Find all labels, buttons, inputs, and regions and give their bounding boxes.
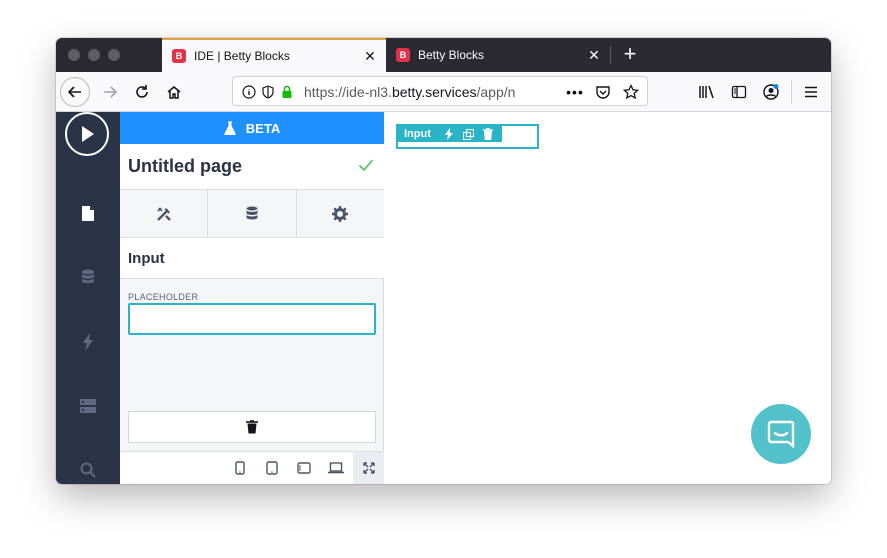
flask-icon [224,121,236,135]
pocket-icon[interactable] [595,84,611,100]
reload-button[interactable] [128,78,156,106]
ide-left-nav [56,112,120,484]
device-fullscreen-button[interactable] [353,452,384,484]
minimize-window-button[interactable] [88,49,100,61]
page-title-bar: Untitled page [120,144,384,190]
library-button[interactable] [693,78,721,106]
tab-title: IDE | Betty Blocks [194,49,290,63]
properties-panel: BETA Untitled page Input PLACEHOLDER [120,112,384,484]
play-button[interactable] [65,112,109,156]
component-name: Input [128,250,165,267]
server-icon [80,399,96,413]
home-button[interactable] [160,78,188,106]
expand-icon [362,462,375,474]
hamburger-menu-icon [805,86,817,98]
arrow-right-icon [104,86,118,98]
database-icon [246,206,258,220]
page-title[interactable]: Untitled page [128,156,242,177]
gear-icon [332,205,349,222]
selected-input-component[interactable]: Input [396,124,539,149]
forward-button[interactable] [96,78,124,106]
search-icon [80,462,96,478]
file-icon [82,205,94,221]
beta-label: BETA [245,120,281,136]
nav-pages-button[interactable] [76,201,100,225]
laptop-icon [328,462,344,474]
menu-button[interactable] [797,78,825,106]
nav-server-button[interactable] [76,394,100,418]
tab-betty-blocks[interactable]: B Betty Blocks ✕ [386,38,610,72]
copy-icon[interactable] [462,127,475,141]
placeholder-input[interactable] [128,303,376,335]
nav-search-button[interactable] [76,458,100,482]
device-phone-button[interactable] [231,459,249,477]
page-canvas[interactable]: Input [384,112,831,484]
more-actions-icon[interactable]: ••• [566,84,583,100]
url-prefix: https://ide-nl3. [304,84,392,100]
tab-title: Betty Blocks [418,48,485,62]
phone-icon [235,461,245,475]
tab-tools[interactable] [120,190,209,237]
bookmark-star-icon[interactable] [623,84,639,100]
chat-icon [767,420,795,449]
drag-handle-icon[interactable] [443,127,455,141]
device-laptop-button[interactable] [327,459,345,477]
arrow-left-icon [67,86,81,98]
lightning-icon [83,333,93,351]
sidebar-icon [731,85,747,99]
page-content: BETA Untitled page Input PLACEHOLDER Inp… [56,112,831,484]
back-button[interactable] [60,77,90,107]
beta-banner: BETA [120,112,384,144]
placeholder-label: PLACEHOLDER [128,292,199,302]
new-tab-button[interactable]: + [618,42,642,66]
url-path: /app/n [476,84,516,100]
zoom-window-button[interactable] [108,49,120,61]
betty-blocks-favicon-icon: B [396,48,410,62]
database-icon [82,269,94,283]
nav-data-button[interactable] [76,265,100,289]
component-header: Input [120,238,384,279]
nav-toolbar: https://ide-nl3.betty.services/app/n ••• [56,72,831,112]
component-toolbar: Input [398,126,502,142]
chat-widget-button[interactable] [751,404,811,464]
panel-tabs [120,190,384,238]
home-icon [167,86,181,99]
reload-icon [136,85,148,98]
tablet-landscape-icon [297,462,311,474]
toolbar-divider [791,80,792,104]
lock-icon[interactable] [279,84,295,100]
delete-icon[interactable] [482,127,494,141]
url-host: betty.services [391,84,477,100]
url-text[interactable]: https://ide-nl3.betty.services/app/n [304,84,533,100]
sidebar-toggle-button[interactable] [725,78,753,106]
tab-divider [610,46,611,64]
tab-ide[interactable]: B IDE | Betty Blocks ✕ [162,38,386,72]
title-bar: B IDE | Betty Blocks ✕ B Betty Blocks ✕ … [56,38,831,72]
library-icon [699,85,714,99]
tools-icon [156,206,171,221]
browser-window: B IDE | Betty Blocks ✕ B Betty Blocks ✕ … [56,38,831,484]
tracking-shield-icon[interactable] [260,84,276,100]
url-bar[interactable]: https://ide-nl3.betty.services/app/n ••• [232,76,648,106]
trash-icon [246,420,258,434]
delete-component-button[interactable] [128,411,376,443]
account-button[interactable] [757,78,785,106]
tab-data[interactable] [208,190,297,237]
nav-actions-button[interactable] [76,330,100,354]
checkmark-icon[interactable] [358,158,374,172]
device-tablet-landscape-button[interactable] [295,459,313,477]
tab-settings[interactable] [297,190,384,237]
device-tablet-button[interactable] [263,459,281,477]
tab-close-icon[interactable]: ✕ [584,47,604,64]
tablet-icon [266,461,278,475]
betty-blocks-favicon-icon: B [172,49,186,63]
account-icon [763,84,779,100]
close-window-button[interactable] [68,49,80,61]
component-toolbar-label: Input [404,128,431,140]
device-preview-bar [120,451,384,484]
info-icon[interactable] [241,84,257,100]
play-icon [82,126,94,142]
tab-close-icon[interactable]: ✕ [360,48,380,65]
